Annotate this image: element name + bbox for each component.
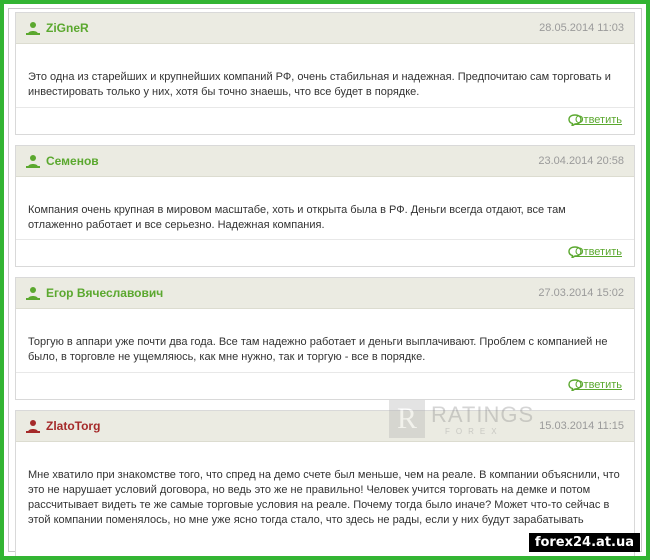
screenshot-frame: ZiGneR 28.05.2014 11:03 Это одна из стар… [0,0,650,560]
comment-footer: Ответить [16,239,634,266]
comment-author[interactable]: Егор Вячеславович [46,286,163,300]
comment-footer: Ответить [16,107,634,134]
comment-author[interactable]: ZiGneR [46,21,89,35]
comment-date: 15.03.2014 11:15 [539,420,624,432]
ratings-forex-watermark: R RATINGS FOREX [385,398,533,442]
comment-item: Егор Вячеславович 27.03.2014 15:02 Торгу… [15,277,635,400]
comment-text: Торгую в аппари уже почти два года. Все … [28,336,608,363]
site-watermark-badge: forex24.at.ua [528,533,640,552]
reply-link[interactable]: Ответить [575,114,622,126]
watermark-subtext: FOREX [445,427,503,436]
comment-date: 23.04.2014 20:58 [538,155,624,167]
comment-item: Семенов 23.04.2014 20:58 Компания очень … [15,145,635,267]
comment-text: Мне хватило при знакомстве того, что спр… [28,469,620,526]
comment-date: 28.05.2014 11:03 [539,22,624,34]
comment-text: Это одна из старейших и крупнейших компа… [28,71,611,98]
comment-footer: Ответить [16,372,634,399]
reply-link[interactable]: Ответить [575,246,622,258]
watermark-logo-letter: R [389,400,425,438]
watermark-text: RATINGS [431,402,535,427]
comment-date: 27.03.2014 15:02 [538,287,624,299]
user-icon [26,420,40,433]
comment-author[interactable]: ZlatoTorg [46,419,100,433]
comment-header: Семенов 23.04.2014 20:58 [16,146,634,177]
comment-header: ZiGneR 28.05.2014 11:03 [16,13,634,44]
user-icon [26,287,40,300]
comment-text: Компания очень крупная в мировом масштаб… [28,204,566,231]
user-icon [26,22,40,35]
user-icon [26,155,40,168]
comment-author[interactable]: Семенов [46,154,99,168]
comment-header: Егор Вячеславович 27.03.2014 15:02 [16,278,634,309]
comment-header: ZlatoTorg 15.03.2014 11:15 [16,411,634,442]
reply-link[interactable]: Ответить [575,379,622,391]
comment-item: ZiGneR 28.05.2014 11:03 Это одна из стар… [15,12,635,135]
comments-panel: ZiGneR 28.05.2014 11:03 Это одна из стар… [8,8,642,556]
